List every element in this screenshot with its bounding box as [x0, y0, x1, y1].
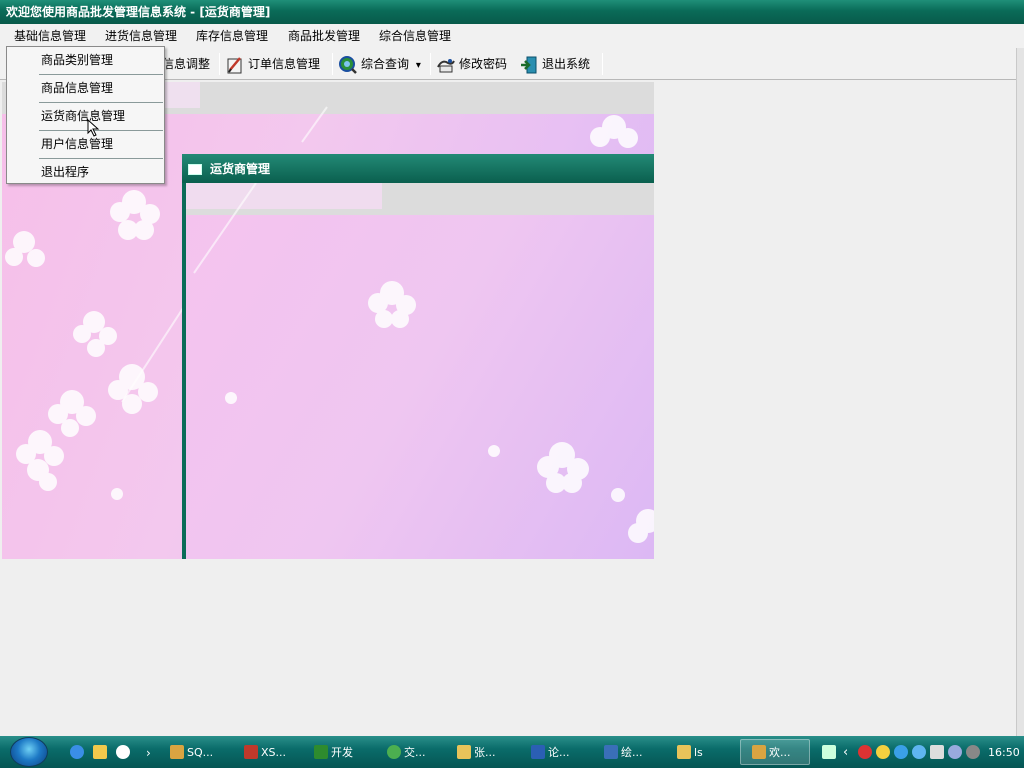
menu-item-exit-program[interactable]: 退出程序: [41, 159, 89, 185]
taskbar-item-exchange[interactable]: 交...: [387, 743, 426, 763]
toolbar-exit-button[interactable]: 退出系统: [519, 51, 590, 77]
taskbar-item-dev[interactable]: 开发: [314, 743, 353, 763]
tray-network-icon[interactable]: [894, 745, 908, 759]
toolbar-password-label: 修改密码: [459, 57, 508, 71]
password-icon: [437, 58, 455, 72]
menu-item-carrier-management[interactable]: 运货商信息管理: [41, 103, 125, 129]
tray-app-icon[interactable]: [966, 745, 980, 759]
toolbar-adjust-label: 信息调整: [162, 57, 211, 71]
taskbar-item-ls[interactable]: ls: [677, 743, 703, 763]
taskbar-item-sql[interactable]: SQ...: [170, 743, 213, 763]
chevron-down-icon[interactable]: ▾: [416, 60, 421, 71]
tray-expand-icon[interactable]: ‹: [843, 743, 848, 763]
app-title: 欢迎您使用商品批发管理信息系统 - [运货商管理]: [6, 5, 271, 19]
toolbar-separator: [430, 53, 431, 75]
menu-inventory-info[interactable]: 库存信息管理: [190, 24, 274, 48]
toolbar-order-label: 订单信息管理: [248, 57, 321, 71]
toolbar-separator: [219, 53, 220, 75]
taskbar-item-label: 论...: [548, 746, 570, 759]
tray-app-icon[interactable]: [912, 745, 926, 759]
taskbar-item-xs[interactable]: XS...: [244, 743, 286, 763]
tray-app-icon[interactable]: [930, 745, 944, 759]
toolbar-query-button[interactable]: 综合查询 ▾: [338, 51, 421, 77]
order-icon: [227, 56, 242, 73]
child-window-body: [186, 183, 654, 559]
taskbar-item-label: SQ...: [187, 746, 214, 759]
quick-launch-ie-icon[interactable]: [70, 743, 87, 763]
menu-item-user-management[interactable]: 用户信息管理: [41, 131, 113, 157]
window-icon: [188, 164, 202, 175]
mouse-cursor-icon: [87, 119, 100, 137]
qq-icon[interactable]: [876, 745, 890, 759]
window-right-edge: [1016, 48, 1024, 736]
toolbar-exit-label: 退出系统: [542, 57, 591, 71]
toolbar-password-button[interactable]: 修改密码: [436, 51, 507, 77]
taskbar-item-zhang[interactable]: 张...: [457, 743, 496, 763]
menu-basic-info[interactable]: 基础信息管理: [8, 24, 92, 48]
menu-general-info[interactable]: 综合信息管理: [373, 24, 457, 48]
quick-launch-search-icon[interactable]: [116, 743, 133, 763]
taskbar-item-label: 欢...: [769, 746, 791, 759]
child-window-title-bar[interactable]: 运货商管理: [182, 154, 654, 183]
basic-info-dropdown-menu: 商品类别管理 商品信息管理 运货商信息管理 用户信息管理 退出程序: [6, 46, 165, 184]
child-window-carrier-management[interactable]: 运货商管理: [182, 154, 654, 559]
menu-item-category-management[interactable]: 商品类别管理: [41, 47, 113, 73]
taskbar-clock[interactable]: 16:50: [988, 743, 1020, 763]
speaker-icon[interactable]: [948, 745, 962, 759]
quick-launch-desktop-icon[interactable]: [93, 743, 110, 763]
start-button[interactable]: [10, 737, 48, 767]
toolbar-adjust-button[interactable]: 信息调整: [162, 51, 210, 77]
child-window-title: 运货商管理: [210, 162, 271, 176]
toolbar-separator: [602, 53, 603, 75]
taskbar-item-draw[interactable]: 绘...: [604, 743, 643, 763]
exit-icon: [521, 56, 537, 73]
app-title-bar[interactable]: 欢迎您使用商品批发管理信息系统 - [运货商管理]: [0, 0, 1024, 24]
taskbar-item-label: ls: [694, 746, 703, 759]
taskbar-item-label: XS...: [261, 746, 287, 759]
menu-bar: 基础信息管理 进货信息管理 库存信息管理 商品批发管理 综合信息管理: [0, 24, 1024, 48]
menu-purchase-info[interactable]: 进货信息管理: [99, 24, 183, 48]
taskbar-item-label: 张...: [474, 746, 496, 759]
taskbar-item-label: 交...: [404, 746, 426, 759]
menu-item-product-management[interactable]: 商品信息管理: [41, 75, 113, 101]
taskbar-item-welcome[interactable]: 欢...: [752, 743, 791, 763]
menu-wholesale[interactable]: 商品批发管理: [282, 24, 366, 48]
toolbar-separator: [332, 53, 333, 75]
quick-launch-expand-icon[interactable]: ›: [146, 743, 151, 763]
taskbar-item-label: 绘...: [621, 746, 643, 759]
query-icon: [339, 55, 357, 74]
cherry-blossom-pattern: [193, 183, 654, 543]
taskbar-item-label: 开发: [331, 746, 353, 759]
taskbar-item-paper[interactable]: 论...: [531, 743, 570, 763]
toolbar-order-button[interactable]: 订单信息管理: [225, 51, 320, 77]
tray-app-icon[interactable]: [858, 745, 872, 759]
toolbar-query-label: 综合查询: [361, 57, 410, 71]
keyboard-icon[interactable]: [822, 745, 836, 759]
